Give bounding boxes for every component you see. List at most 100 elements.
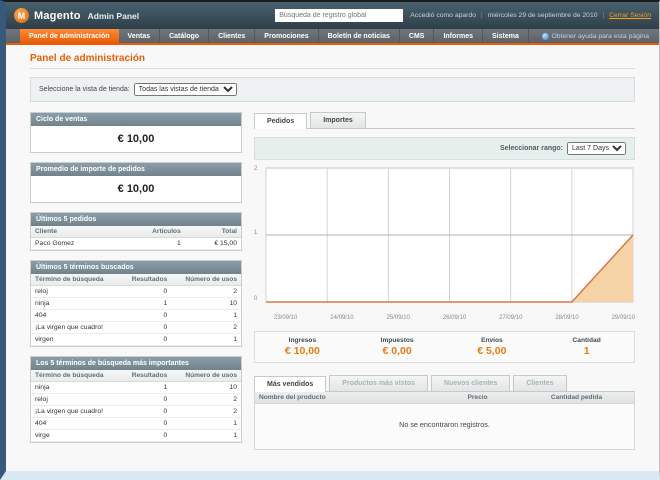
products-tabs: Más vendidos Productos más vistos Nuevos…: [254, 375, 635, 392]
nav-item-newsletter[interactable]: Boletín de noticias: [319, 29, 400, 43]
cell-customer: Paco Gomez: [31, 237, 118, 250]
table-row[interactable]: ninja 1 10: [31, 381, 241, 394]
range-select[interactable]: Last 7 Days: [567, 142, 626, 155]
orders-chart: 2 1 0 23/09/10 24/09/10 25/09/10 26/09/1…: [254, 166, 635, 321]
tab-orders[interactable]: Pedidos: [254, 113, 308, 129]
cell-results: 0: [120, 405, 172, 418]
cell-total: € 15,00: [184, 237, 241, 250]
col-header: Precio: [463, 392, 547, 404]
bestsellers-grid: Nombre del producto Precio Cantidad pedi…: [254, 392, 635, 450]
chart-tabs: Pedidos Importes: [254, 112, 635, 129]
app-window: M Magento Admin Panel Accedió como apard…: [0, 0, 660, 480]
current-date: miércoles 29 de septiembre de 2010: [487, 12, 598, 19]
nav-item-catalog[interactable]: Catálogo: [160, 29, 210, 43]
x-axis-labels: 23/09/10 24/09/10 25/09/10 26/09/10 27/0…: [274, 315, 635, 321]
table-row[interactable]: Paco Gomez 1 € 15,00: [31, 237, 241, 250]
empty-records-message: No se encontraron registros.: [399, 420, 490, 429]
last-orders-panel: Últimos 5 pedidos Cliente Artículos Tota…: [30, 212, 242, 251]
store-view-label: Seleccione la vista de tienda:: [39, 86, 130, 93]
nav-item-cms[interactable]: CMS: [400, 29, 435, 43]
cell-term: reloj: [31, 285, 121, 298]
cell-results: 0: [120, 321, 172, 334]
help-label: Obtener ayuda para esta página: [551, 32, 650, 40]
panel-title: Últimos 5 términos buscados: [31, 261, 241, 274]
table-row[interactable]: ninja 1 10: [31, 297, 241, 310]
x-tick: 29/09/10: [611, 315, 635, 321]
logout-link[interactable]: Cerrar Sesión: [609, 12, 651, 19]
tab-bestsellers[interactable]: Más vendidos: [254, 376, 327, 392]
logged-in-as: Accedió como apardo: [410, 12, 477, 19]
tab-new-customers[interactable]: Nuevos clientes: [431, 375, 511, 391]
nav-item-promotions[interactable]: Promociones: [255, 29, 319, 43]
logo-name: Magento: [34, 9, 81, 22]
cell-uses: 10: [171, 381, 241, 394]
tab-amounts[interactable]: Importes: [310, 112, 366, 128]
cell-results: 0: [120, 393, 172, 406]
table-row[interactable]: ¡La virgen que cuadro! 0 2: [31, 321, 241, 334]
panel-title: Últimos 5 pedidos: [31, 213, 241, 226]
panel-title: Promedio de importe de pedidos: [31, 163, 241, 176]
col-header: Resultados: [120, 370, 172, 382]
cell-results: 0: [120, 309, 172, 322]
stat-value: 1: [583, 345, 590, 357]
table-row[interactable]: 404 0 1: [31, 309, 241, 322]
cell-uses: 2: [171, 321, 241, 334]
help-globe-icon: [541, 32, 549, 40]
table-row[interactable]: reloj 0 2: [31, 393, 241, 406]
col-header: Cliente: [31, 226, 118, 238]
cell-term: 404: [31, 309, 121, 322]
table-row[interactable]: 404 0 1: [31, 417, 241, 430]
stat-quantity: Cantidad 1: [539, 337, 634, 357]
col-header: Número de usos: [171, 370, 241, 382]
global-search-input[interactable]: [275, 9, 404, 22]
cell-uses: 1: [171, 429, 241, 442]
col-header: Término de búsqueda: [31, 274, 121, 286]
stat-revenue: Ingresos € 10,00: [255, 337, 350, 357]
x-tick: 27/09/10: [499, 315, 523, 321]
panel-title: Los 5 términos de búsqueda más important…: [31, 357, 241, 370]
nav-item-dashboard[interactable]: Panel de administración: [20, 29, 119, 43]
stat-label: Envíos: [481, 337, 503, 344]
x-tick: 26/09/10: [442, 315, 467, 321]
x-tick: 24/09/10: [330, 315, 354, 321]
cell-results: 1: [120, 297, 172, 310]
col-header: Número de usos: [171, 274, 241, 286]
cell-uses: 2: [171, 393, 241, 406]
table-row[interactable]: virgen 0 1: [31, 333, 241, 346]
cell-uses: 1: [171, 309, 241, 322]
nav-item-system[interactable]: Sistema: [483, 29, 529, 43]
cell-term: ninja: [31, 297, 121, 310]
stat-shipping: Envíos € 5,00: [445, 337, 540, 357]
y-tick: 0: [254, 296, 258, 302]
cell-term: ninja: [31, 381, 121, 394]
magento-logo: M Magento Admin Panel: [14, 8, 139, 23]
stat-value: € 5,00: [477, 345, 507, 357]
cell-term: virge: [31, 429, 121, 442]
nav-item-reports[interactable]: Informes: [434, 29, 484, 43]
tab-most-viewed[interactable]: Productos más vistos: [329, 375, 429, 391]
cell-uses: 2: [171, 285, 241, 298]
stat-label: Ingresos: [288, 337, 317, 344]
col-header: Cantidad pedida: [546, 392, 634, 404]
page-title: Panel de administración: [30, 53, 635, 69]
cell-term: ¡La virgen que cuadro!: [31, 321, 121, 334]
lifetime-sales-value: € 10,00: [117, 133, 155, 145]
nav-item-customers[interactable]: Clientes: [209, 29, 256, 43]
separator: |: [602, 12, 605, 19]
nav-item-sales[interactable]: Ventas: [119, 29, 161, 43]
store-view-select[interactable]: Todas las vistas de tienda: [133, 83, 237, 96]
page-help-link[interactable]: Obtener ayuda para esta página: [541, 29, 660, 43]
tab-customers[interactable]: Clientes: [513, 375, 567, 391]
range-bar: Seleccionar rango: Last 7 Days: [254, 137, 635, 160]
cell-items: 1: [117, 237, 185, 250]
logo-subtitle: Admin Panel: [87, 10, 140, 21]
main-nav: Panel de administración Ventas Catálogo …: [6, 29, 659, 45]
cell-results: 0: [120, 417, 172, 430]
table-row[interactable]: virge 0 1: [31, 429, 241, 442]
cell-uses: 1: [171, 417, 241, 430]
table-row[interactable]: ¡La virgen que cuadro! 0 2: [31, 405, 241, 418]
y-tick: 2: [254, 166, 258, 172]
cell-uses: 1: [171, 333, 241, 346]
stat-tax: Impuestos € 0,00: [350, 337, 445, 357]
table-row[interactable]: reloj 0 2: [31, 285, 241, 298]
